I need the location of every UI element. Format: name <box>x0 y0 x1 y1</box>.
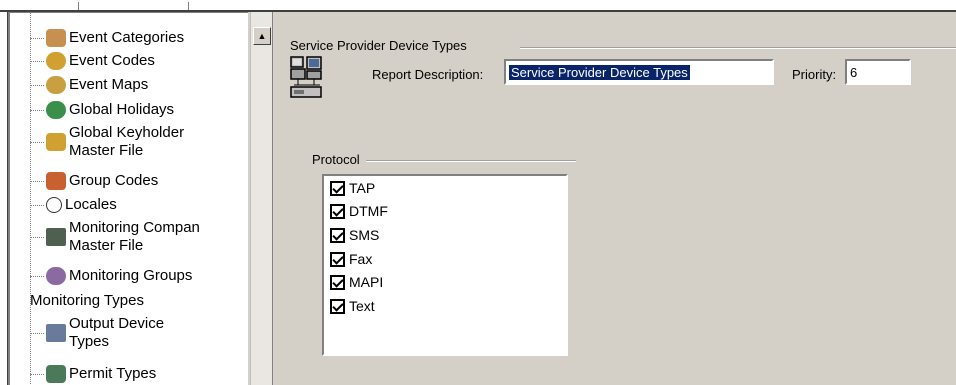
tree-item-global-holidays[interactable]: Global Holidays <box>10 101 174 119</box>
tree-left-edge <box>0 12 8 385</box>
tree-item-label: Monitoring Compan Master File <box>69 219 200 255</box>
tree-item-label: Event Categories <box>69 29 185 46</box>
tree-item-label: Permit Types <box>69 365 157 382</box>
tree-item-event-categories[interactable]: Event Categories <box>10 29 184 47</box>
details-panel: Service Provider Device Types Report Des… <box>274 12 956 385</box>
protocol-option-label: MAPI <box>349 274 384 290</box>
report-description-value: Service Provider Device Types <box>509 65 690 80</box>
tree-item-global-keyholder[interactable]: Global Keyholder Master File <box>10 124 184 160</box>
tree-item-monitoring-groups[interactable]: Monitoring Groups <box>10 267 192 285</box>
tree-item-event-codes[interactable]: Event Codes <box>10 52 155 70</box>
tree-item-label: Event Maps <box>69 76 149 93</box>
protocol-option-mapi[interactable]: MAPI <box>330 274 383 290</box>
protocol-option-label: SMS <box>349 227 380 243</box>
group-divider <box>520 47 956 49</box>
tree-item-label: Locales <box>65 196 117 213</box>
checkbox-checked-icon[interactable] <box>330 180 345 196</box>
protocol-option-tap[interactable]: TAP <box>330 180 375 196</box>
protocol-group-divider <box>364 160 576 162</box>
details-group-title: Service Provider Device Types <box>290 38 473 53</box>
globe-icon <box>46 101 66 119</box>
protocol-option-label: Text <box>349 298 375 314</box>
protocol-list[interactable]: TAP DTMF SMS Fax MAPI Text <box>322 174 568 356</box>
tree-item-monitoring-company[interactable]: Monitoring Compan Master File <box>10 219 200 255</box>
tree-item-event-maps[interactable]: Event Maps <box>10 76 148 94</box>
checkbox-checked-icon[interactable] <box>330 227 345 243</box>
tree-view: Event Categories Event Codes Event Maps … <box>8 12 248 385</box>
report-description-field[interactable]: Service Provider Device Types <box>504 59 774 85</box>
tree-item-label-line1: Monitoring Compan <box>69 219 200 236</box>
tree-item-output-device-types[interactable]: Output Device Types <box>10 315 164 351</box>
protocol-option-label: Fax <box>349 251 373 267</box>
monitoring-groups-icon <box>46 267 66 285</box>
event-categories-icon <box>46 29 66 47</box>
tree-scrollbar[interactable]: ▲ <box>250 12 272 385</box>
tree-item-label-line2: Master File <box>69 142 144 159</box>
checkbox-checked-icon[interactable] <box>330 274 345 290</box>
priority-label: Priority: <box>792 67 837 82</box>
tree-item-group-codes[interactable]: Group Codes <box>10 172 158 190</box>
protocol-option-text[interactable]: Text <box>330 298 375 314</box>
monitoring-company-icon <box>46 228 66 246</box>
scroll-up-button[interactable]: ▲ <box>253 27 271 45</box>
protocol-option-dtmf[interactable]: DTMF <box>330 203 388 219</box>
tree-item-label-line2: Types <box>69 333 110 350</box>
event-codes-icon <box>46 52 66 70</box>
tree-item-label: Output Device Types <box>69 315 164 351</box>
protocol-group-title: Protocol <box>312 152 366 167</box>
report-description-label: Report Description: <box>372 67 484 82</box>
tree-item-label: Global Holidays <box>69 101 175 118</box>
group-codes-icon <box>46 172 66 190</box>
tree-item-label: Event Codes <box>69 52 155 69</box>
locales-icon <box>46 197 62 213</box>
tree-item-label-line1: Output Device <box>69 315 165 332</box>
window-frame: Event Categories Event Codes Event Maps … <box>0 0 956 385</box>
event-maps-icon <box>46 76 66 94</box>
protocol-option-fax[interactable]: Fax <box>330 251 372 267</box>
checkbox-checked-icon[interactable] <box>330 203 345 219</box>
tree-item-locales[interactable]: Locales <box>10 196 117 214</box>
tree-item-monitoring-types[interactable]: Monitoring Types <box>10 292 144 310</box>
triangle-up-icon: ▲ <box>257 31 267 41</box>
protocol-option-sms[interactable]: SMS <box>330 227 379 243</box>
checkbox-checked-icon[interactable] <box>330 298 345 314</box>
tree-item-label: Monitoring Groups <box>69 267 193 284</box>
output-device-icon <box>46 324 66 342</box>
tree-item-label: Global Keyholder Master File <box>69 124 184 160</box>
protocol-option-label: DTMF <box>349 203 388 219</box>
computer-network-icon <box>290 55 324 104</box>
tree-item-permit-types[interactable]: Permit Types <box>10 365 156 383</box>
priority-field[interactable]: 6 <box>845 59 911 85</box>
tree-item-label: Monitoring Types <box>30 292 144 309</box>
protocol-option-label: TAP <box>349 180 376 196</box>
tree-item-label-line1: Global Keyholder <box>69 124 185 141</box>
keyholder-icon <box>46 133 66 151</box>
permit-types-icon <box>46 365 66 383</box>
tree-item-label: Group Codes <box>69 172 159 189</box>
priority-value: 6 <box>850 65 858 80</box>
tree-item-label-line2: Master File <box>69 237 144 254</box>
checkbox-checked-icon[interactable] <box>330 251 345 267</box>
